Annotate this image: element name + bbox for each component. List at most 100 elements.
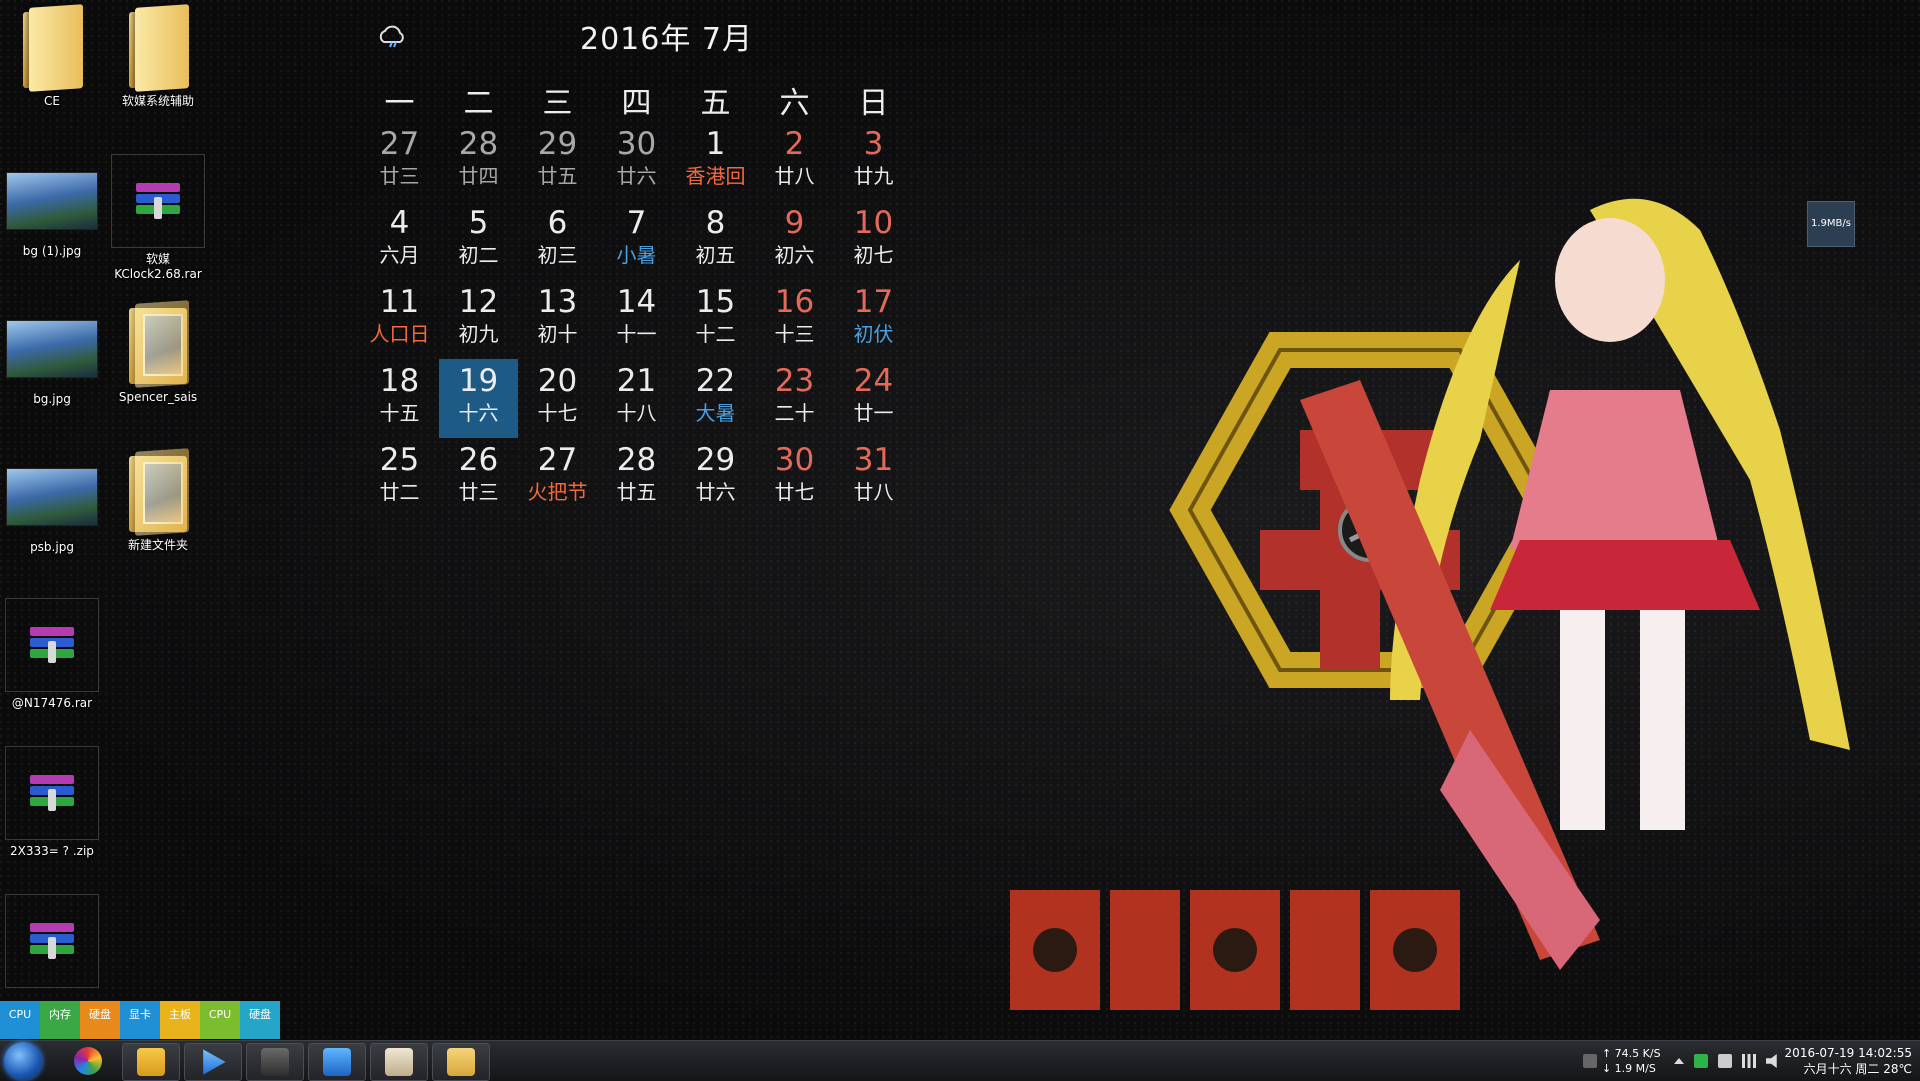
calendar-day[interactable]: 12 初九 [439,280,518,359]
calendar-day[interactable]: 14 十一 [597,280,676,359]
taskbar-app-button[interactable] [370,1043,428,1081]
calendar-day[interactable]: 10 初七 [834,201,913,280]
day-number: 5 [468,205,489,241]
desktop-icon[interactable] [0,894,104,992]
desktop-icon[interactable]: bg.jpg [0,302,104,407]
calendar-day[interactable]: 28 廿四 [439,122,518,201]
taskbar-app-button[interactable] [122,1043,180,1081]
calendar-day[interactable]: 5 初二 [439,201,518,280]
day-number: 30 [616,126,657,162]
archive-icon [30,625,74,665]
media-player-icon [203,1049,226,1075]
calendar-day[interactable]: 28 廿五 [597,438,676,517]
folder-icon [125,300,191,388]
keyboard-icon[interactable] [1582,1054,1597,1068]
desktop-icon-label: bg (1).jpg [22,244,82,258]
taskbar-app-button[interactable] [246,1043,304,1081]
calendar-day[interactable]: 15 十二 [676,280,755,359]
day-number: 20 [537,363,578,399]
calendar-day[interactable]: 30 廿六 [597,122,676,201]
cloud-weather-icon[interactable] [376,22,408,50]
day-number: 12 [458,284,499,320]
lunar-label: 初二 [458,243,499,267]
desktop-icon[interactable]: psb.jpg [0,450,104,555]
calendar-day[interactable]: 21 十八 [597,359,676,438]
calendar-day[interactable]: 13 初十 [518,280,597,359]
desktop-icon[interactable]: 2X333= ? .zip [0,746,104,859]
calendar-day[interactable]: 1 香港回 [676,122,755,201]
folder-icon [125,4,191,92]
taskbar-clock[interactable]: 2016-07-19 14:02:55 六月十六 周二 28℃ [1785,1045,1920,1077]
day-number: 1 [705,126,726,162]
monitor-cell[interactable]: 硬盘44℃ [240,1001,280,1059]
taskbar-app-button[interactable] [308,1043,366,1081]
calendar-day[interactable]: 8 初五 [676,201,755,280]
security-shield-icon[interactable] [1693,1054,1708,1068]
calendar-day[interactable]: 20 十七 [518,359,597,438]
calendar-day[interactable]: 7 小暑 [597,201,676,280]
lunar-label: 廿五 [616,480,657,504]
calendar-day[interactable]: 27 火把节 [518,438,597,517]
desktop-icon[interactable]: @N17476.rar [0,598,104,711]
calendar-day[interactable]: 31 廿八 [834,438,913,517]
calendar-weekday-header: 一二三四五六日 [360,78,913,122]
lunar-label: 廿七 [774,480,815,504]
calendar-day[interactable]: 11 人口日 [360,280,439,359]
calendar-day[interactable]: 29 廿五 [518,122,597,201]
lunar-label: 十八 [616,401,657,425]
desktop-icon[interactable]: 软媒 KClock2.68.rar [106,154,210,282]
calendar-day[interactable]: 18 十五 [360,359,439,438]
taskbar-app-button[interactable] [184,1043,242,1081]
system-monitor-bar: CPU11%内存46%硬盘1.9M/S显卡集显主板57℃CPU54℃硬盘44℃ [0,1001,280,1059]
calendar-day[interactable]: 9 初六 [755,201,834,280]
calendar-day[interactable]: 6 初三 [518,201,597,280]
calendar-day[interactable]: 2 廿八 [755,122,834,201]
calendar-month-title[interactable]: 2016年 7月 [580,14,753,58]
calendar-day[interactable]: 27 廿三 [360,122,439,201]
taskbar-app-button[interactable] [432,1043,490,1081]
weekday-label: 四 [621,86,652,121]
taskbar-app-button[interactable] [60,1043,116,1079]
net-speed-tray[interactable]: ↑ 74.5 K/S ↓ 1.9 M/S [1602,1046,1661,1076]
calendar-day[interactable]: 16 十三 [755,280,834,359]
calendar-day[interactable]: 29 廿六 [676,438,755,517]
calendar-day[interactable]: 30 廿七 [755,438,834,517]
qq-browser-icon [323,1048,351,1076]
volume-icon[interactable] [1765,1054,1777,1068]
calendar-day[interactable]: 22 大暑 [676,359,755,438]
monitor-cell[interactable]: 显卡集显 [120,1001,160,1059]
monitor-cell[interactable]: 主板57℃ [160,1001,200,1059]
usb-icon[interactable] [1717,1054,1732,1068]
desktop-icon[interactable]: bg (1).jpg [0,154,104,259]
network-icon[interactable] [1741,1054,1756,1068]
calendar-day[interactable]: 4 六月 [360,201,439,280]
lunar-label: 十六 [458,401,499,425]
lunar-label: 小暑 [616,243,657,267]
day-number: 22 [695,363,736,399]
calendar-day[interactable]: 23 二十 [755,359,834,438]
desktop-icon-label: 2X333= ? .zip [10,844,94,858]
calendar-day[interactable]: 17 初伏 [834,280,913,359]
calendar-day-selected[interactable]: 19 十六 [439,359,518,438]
monitor-cell[interactable]: 内存46% [40,1001,80,1059]
day-number: 25 [379,442,420,478]
calendar-day[interactable]: 26 廿三 [439,438,518,517]
calendar-day[interactable]: 3 廿九 [834,122,913,201]
lunar-label: 廿二 [379,480,420,504]
tray-expand-icon[interactable] [1673,1058,1684,1064]
start-button[interactable] [4,1042,42,1080]
desktop-icon[interactable]: CE [0,4,104,109]
desktop-icon[interactable]: 新建文件夹 [106,448,210,553]
calendar-day[interactable]: 24 廿一 [834,359,913,438]
day-number: 21 [616,363,657,399]
monitor-cell[interactable]: CPU54℃ [200,1001,240,1059]
calendar-day[interactable]: 25 廿二 [360,438,439,517]
day-number: 11 [379,284,420,320]
desktop-icon[interactable]: Spencer_sais [106,300,210,405]
desktop-icon[interactable]: 软媒系统辅助 [106,4,210,109]
monitor-cell[interactable]: 硬盘1.9M/S [80,1001,120,1059]
monitor-cell[interactable]: CPU11% [0,1001,40,1059]
image-thumbnail-icon [6,320,98,378]
folder-icon [19,4,85,92]
day-number: 14 [616,284,657,320]
